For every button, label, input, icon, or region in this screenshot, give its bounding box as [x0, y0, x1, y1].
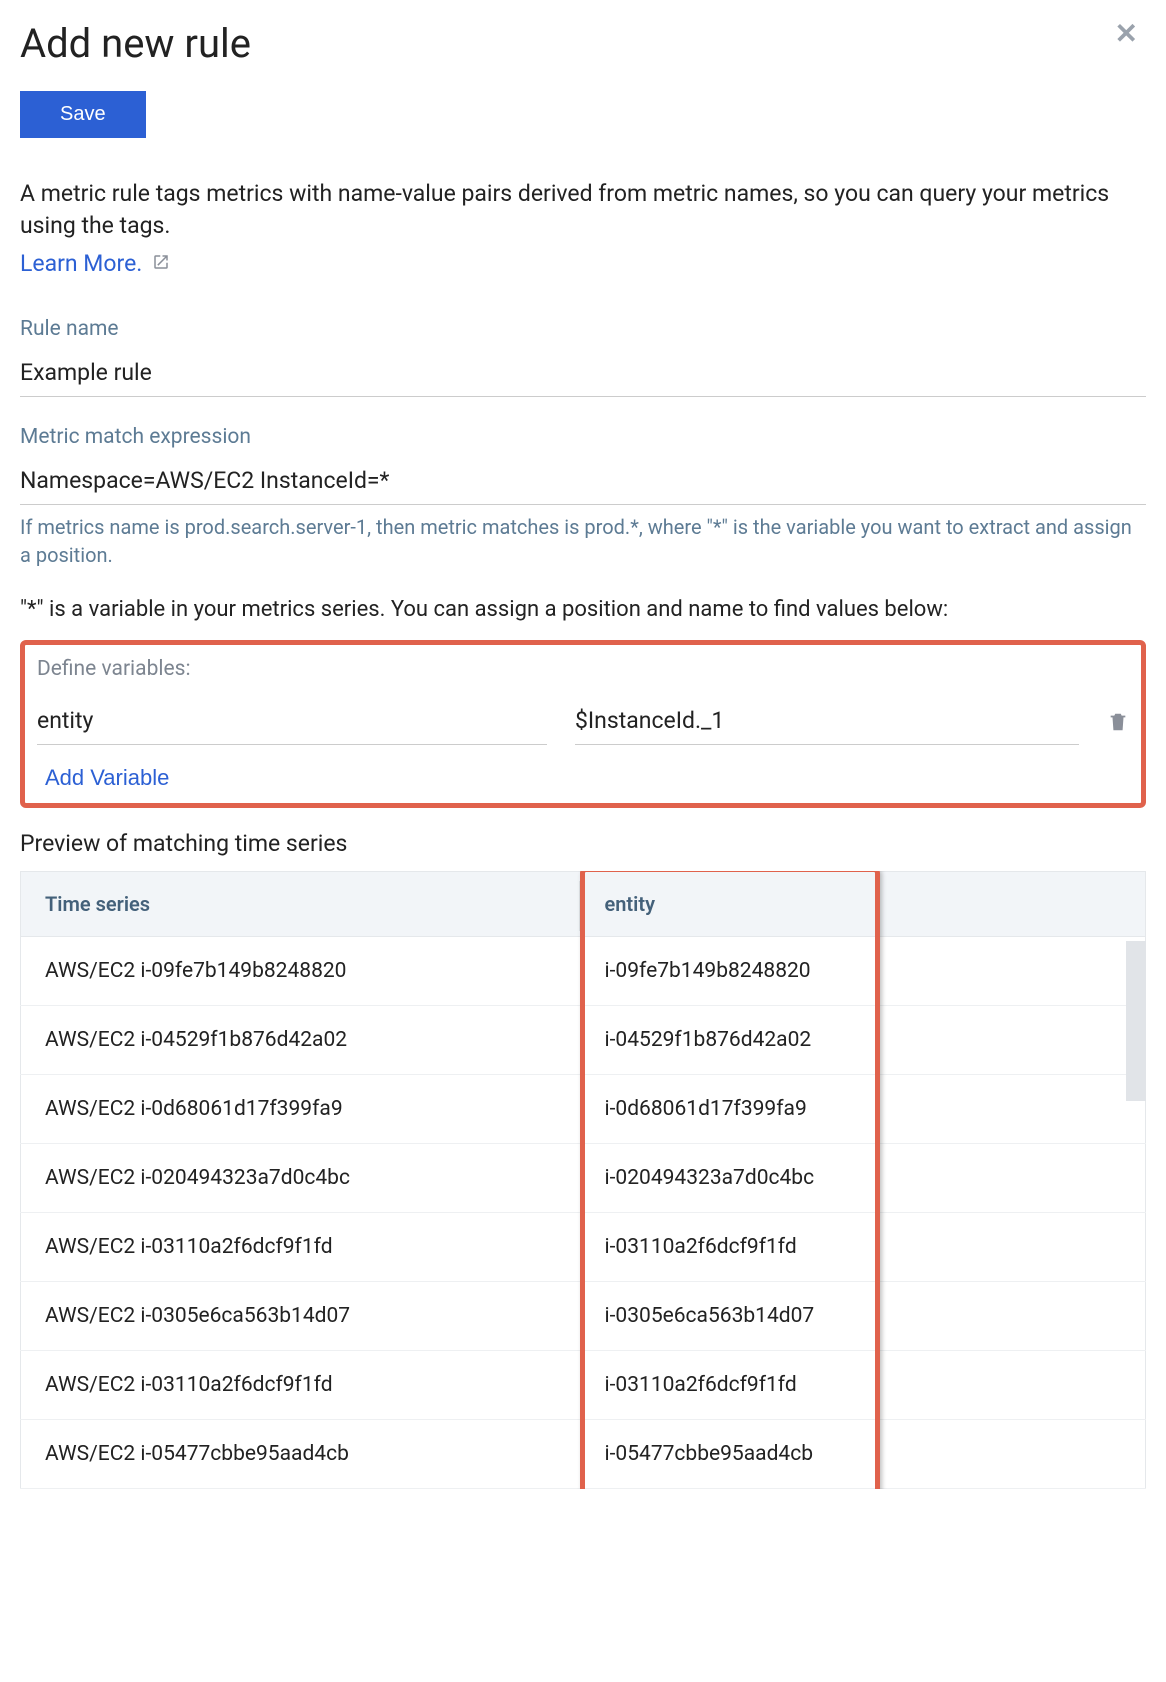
preview-table: Time series entity AWS/EC2 i-09fe7b149b8… [20, 871, 1146, 1489]
table-row: AWS/EC2 i-020494323a7d0c4bci-020494323a7… [21, 1144, 1146, 1213]
time-series-cell: AWS/EC2 i-09fe7b149b8248820 [21, 937, 581, 1006]
table-row: AWS/EC2 i-05477cbbe95aad4cbi-05477cbbe95… [21, 1420, 1146, 1489]
metric-expr-label: Metric match expression [20, 425, 1146, 449]
entity-cell: i-020494323a7d0c4bc [581, 1144, 1146, 1213]
table-row: AWS/EC2 i-0d68061d17f399fa9i-0d68061d17f… [21, 1075, 1146, 1144]
preview-title: Preview of matching time series [20, 830, 1146, 857]
variable-row [37, 703, 1129, 745]
table-row: AWS/EC2 i-03110a2f6dcf9f1fdi-03110a2f6dc… [21, 1213, 1146, 1282]
variable-pattern-input[interactable] [575, 703, 1079, 745]
metric-expr-helper: If metrics name is prod.search.server-1,… [20, 513, 1146, 569]
rule-description: A metric rule tags metrics with name-val… [20, 178, 1146, 242]
metric-expr-input[interactable] [20, 461, 1146, 505]
preview-header-entity[interactable]: entity [581, 872, 1146, 937]
time-series-cell: AWS/EC2 i-020494323a7d0c4bc [21, 1144, 581, 1213]
external-link-icon [152, 250, 170, 277]
table-row: AWS/EC2 i-04529f1b876d42a02i-04529f1b876… [21, 1006, 1146, 1075]
time-series-cell: AWS/EC2 i-0d68061d17f399fa9 [21, 1075, 581, 1144]
time-series-cell: AWS/EC2 i-0305e6ca563b14d07 [21, 1282, 581, 1351]
preview-table-wrap: Time series entity AWS/EC2 i-09fe7b149b8… [20, 871, 1146, 1489]
entity-cell: i-09fe7b149b8248820 [581, 937, 1146, 1006]
learn-more-label: Learn More. [20, 250, 142, 277]
table-row: AWS/EC2 i-09fe7b149b8248820i-09fe7b149b8… [21, 937, 1146, 1006]
define-variables-label: Define variables: [37, 657, 1129, 681]
variable-name-input[interactable] [37, 703, 547, 745]
save-button[interactable]: Save [20, 91, 146, 138]
table-row: AWS/EC2 i-03110a2f6dcf9f1fdi-03110a2f6dc… [21, 1351, 1146, 1420]
page-title: Add new rule [20, 20, 251, 67]
time-series-cell: AWS/EC2 i-03110a2f6dcf9f1fd [21, 1351, 581, 1420]
preview-header-time-series[interactable]: Time series [21, 872, 581, 937]
learn-more-link[interactable]: Learn More. [20, 250, 170, 277]
rule-name-input[interactable] [20, 353, 1146, 397]
close-icon[interactable]: ✕ [1107, 20, 1146, 48]
rule-name-label: Rule name [20, 317, 1146, 341]
column-divider [579, 881, 581, 931]
time-series-cell: AWS/EC2 i-03110a2f6dcf9f1fd [21, 1213, 581, 1282]
entity-cell: i-04529f1b876d42a02 [581, 1006, 1146, 1075]
table-row: AWS/EC2 i-0305e6ca563b14d07i-0305e6ca563… [21, 1282, 1146, 1351]
entity-cell: i-03110a2f6dcf9f1fd [581, 1213, 1146, 1282]
time-series-cell: AWS/EC2 i-04529f1b876d42a02 [21, 1006, 581, 1075]
scrollbar-thumb[interactable] [1126, 941, 1146, 1101]
entity-cell: i-0d68061d17f399fa9 [581, 1075, 1146, 1144]
add-variable-button[interactable]: Add Variable [37, 761, 169, 791]
time-series-cell: AWS/EC2 i-05477cbbe95aad4cb [21, 1420, 581, 1489]
define-variables-section: Define variables: Add Variable [20, 640, 1146, 808]
entity-cell: i-05477cbbe95aad4cb [581, 1420, 1146, 1489]
trash-icon [1107, 709, 1129, 739]
delete-variable-button[interactable] [1107, 709, 1129, 739]
entity-cell: i-0305e6ca563b14d07 [581, 1282, 1146, 1351]
variable-hint-text: "*" is a variable in your metrics series… [20, 597, 1146, 622]
entity-cell: i-03110a2f6dcf9f1fd [581, 1351, 1146, 1420]
